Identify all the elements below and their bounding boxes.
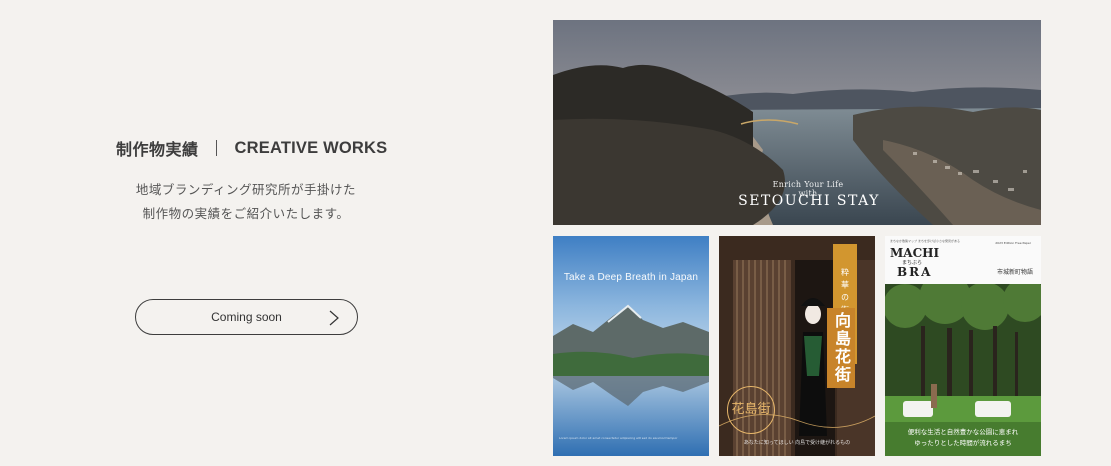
- work-poster-mukojima[interactable]: 粋 華 の 街 並 を 向島花街 花島街 あなたに知ってほしい 向島で受け継がれ…: [719, 236, 875, 456]
- poster3-tiny-header: まちなか散策マップ まちを歩けば小さな発見がある: [890, 239, 960, 243]
- poster1-fine-print: Lorem ipsum dolor sit amet consectetur a…: [559, 436, 678, 440]
- section-heading: 制作物実績 CREATIVE WORKS: [116, 136, 387, 160]
- work-poster-machibura[interactable]: まちなか散策マップ まちを歩けば小さな発見がある 2023 Edition Fr…: [885, 236, 1041, 456]
- poster3-right-label: 市城新町物語: [996, 269, 1033, 276]
- poster3-machi: MACHI: [890, 246, 940, 260]
- heading-divider: [215, 140, 217, 156]
- poster2-main-title: 向島花街: [827, 308, 855, 388]
- section-description: 地域ブランディング研究所が手掛けた 制作物の実績をご紹介いたします。: [118, 178, 374, 226]
- poster3-issue: 2023 Edition Free Paper: [995, 241, 1031, 245]
- poster3-caption: 便利な生活と自然豊かな公園に恵まれ ゆったりとした時間が流れるまち: [885, 427, 1041, 449]
- description-line-1: 地域ブランディング研究所が手掛けた: [135, 182, 357, 197]
- heading-ja: 制作物実績: [116, 140, 199, 159]
- chevron-right-icon: [329, 310, 339, 326]
- poster3-caption-line-2: ゆったりとした時間が流れるまち: [914, 439, 1012, 447]
- poster3-header: まちなか散策マップ まちを歩けば小さな発見がある 2023 Edition Fr…: [885, 236, 1041, 284]
- work-hero-setouchi[interactable]: Enrich Your Life with SETOUCHI STAY: [553, 20, 1041, 225]
- creative-works-section: 制作物実績 CREATIVE WORKS 地域ブランディング研究所が手掛けた 制…: [0, 0, 1111, 466]
- poster2-emblem: 花島街: [727, 386, 775, 434]
- poster2-subtitle: あなたに知ってほしい 向島で受け継がれるもの: [743, 440, 851, 446]
- poster-mountain-lake-image: [553, 236, 709, 456]
- description-line-2: 制作物の実績をご紹介いたします。: [142, 206, 350, 221]
- coming-soon-label: Coming soon: [211, 310, 282, 324]
- heading-en: CREATIVE WORKS: [234, 138, 388, 157]
- hero-caption-large: SETOUCHI STAY: [738, 193, 880, 209]
- poster3-bra: BRA: [897, 265, 933, 279]
- coming-soon-button[interactable]: Coming soon: [135, 299, 358, 335]
- poster3-caption-line-1: 便利な生活と自然豊かな公園に恵まれ: [907, 428, 1019, 436]
- poster1-title: Take a Deep Breath in Japan: [563, 272, 699, 283]
- work-poster-deep-breath[interactable]: Take a Deep Breath in Japan Lorem ipsum …: [553, 236, 709, 456]
